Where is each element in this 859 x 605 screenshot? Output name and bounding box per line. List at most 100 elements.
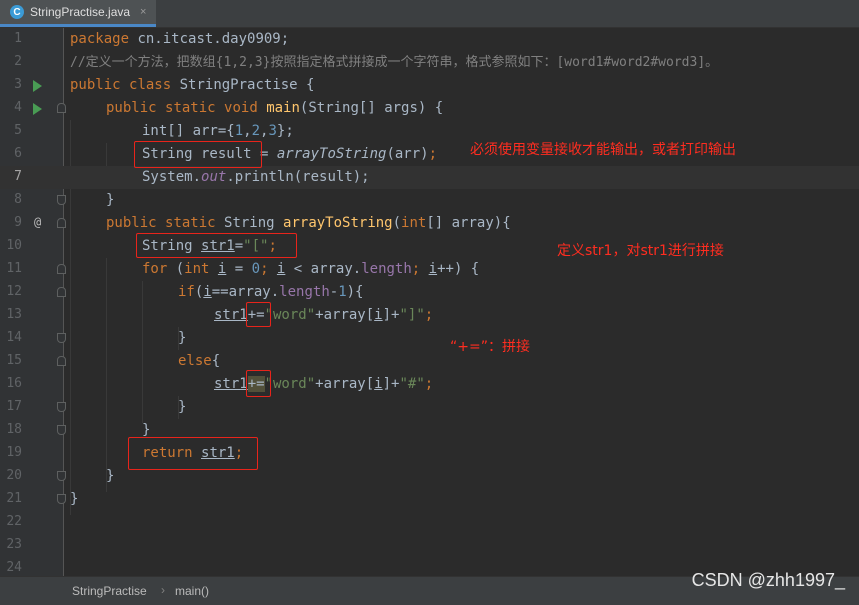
fold-icon[interactable]	[57, 218, 66, 228]
line-number: 17	[6, 399, 22, 414]
line-number: 14	[6, 330, 22, 345]
line-number: 24	[6, 560, 22, 575]
code-line: 1 package cn.itcast.day0909;	[0, 28, 859, 51]
fold-icon[interactable]	[57, 494, 66, 504]
code-token: length	[279, 284, 330, 300]
code-token: String	[215, 215, 284, 231]
highlight-box	[128, 437, 258, 470]
line-number: 6	[14, 146, 22, 161]
code-token: i	[203, 284, 212, 300]
fold-icon[interactable]	[57, 103, 66, 113]
code-token: out	[201, 169, 227, 185]
code-line: 3 public class StringPractise {	[0, 74, 859, 97]
code-token: 1	[338, 284, 347, 300]
code-token: ;	[411, 261, 429, 277]
code-line: 14 }	[0, 327, 859, 350]
fold-icon[interactable]	[57, 425, 66, 435]
code-token: arrayToString	[283, 215, 393, 231]
code-token: int	[401, 215, 427, 231]
code-token: +array[	[315, 376, 375, 392]
line-number: 7	[14, 169, 22, 184]
code-token: 1	[234, 123, 244, 139]
code-token: }	[178, 399, 187, 415]
fold-icon[interactable]	[57, 402, 66, 412]
code-token: str1	[214, 376, 248, 392]
code-line: 22	[0, 511, 859, 534]
code-line: 11 for (int i = 0; i < array.length; i++…	[0, 258, 859, 281]
close-icon[interactable]: ×	[140, 6, 146, 18]
code-line: 13 str1+="word"+array[i]+"]";	[0, 304, 859, 327]
code-token: package	[70, 31, 130, 47]
code-token: if	[178, 284, 195, 300]
code-token: (	[167, 261, 185, 277]
code-token: -	[329, 284, 339, 300]
java-class-icon: C	[10, 5, 24, 19]
code-token: };	[276, 123, 294, 139]
file-tab[interactable]: C StringPractise.java ×	[0, 0, 156, 27]
line-number: 21	[6, 491, 22, 506]
code-line: 17 }	[0, 396, 859, 419]
code-token: i	[374, 376, 383, 392]
code-token: 2	[251, 123, 261, 139]
line-number: 9	[14, 215, 22, 230]
line-number: 13	[6, 307, 22, 322]
code-line: 9 @ public static String arrayToString(i…	[0, 212, 859, 235]
code-editor[interactable]: 1 package cn.itcast.day0909; 2 //定义一个方法，…	[0, 28, 859, 576]
fold-icon[interactable]	[57, 356, 66, 366]
fold-icon[interactable]	[57, 333, 66, 343]
highlight-box	[246, 370, 271, 397]
line-number: 18	[6, 422, 22, 437]
line-number: 19	[6, 445, 22, 460]
breadcrumb-method[interactable]: main()	[175, 584, 209, 598]
code-token: ]+	[382, 307, 400, 323]
code-token: str1	[214, 307, 248, 323]
code-token: public	[106, 100, 157, 116]
code-token: =	[226, 261, 252, 277]
code-line: 10 String str1="[";	[0, 235, 859, 258]
code-token: }	[106, 192, 115, 208]
annotation-note: 定义str1，对str1进行拼接	[557, 243, 724, 259]
code-token: "]"	[399, 307, 425, 323]
line-number: 4	[14, 100, 22, 115]
code-token: ;	[424, 376, 434, 392]
line-number: 1	[14, 31, 22, 46]
code-token: ;	[428, 146, 438, 162]
code-token: static	[165, 215, 216, 231]
line-number: 12	[6, 284, 22, 299]
annotation-note: “+=”：拼接	[450, 339, 530, 355]
code-token: "#"	[399, 376, 425, 392]
code-token: i	[428, 261, 438, 277]
code-token: .println(result);	[226, 169, 370, 185]
code-token: < array.	[285, 261, 362, 277]
code-token: StringPractise {	[171, 77, 315, 93]
file-tab-label: StringPractise.java	[30, 5, 131, 19]
run-icon[interactable]	[33, 80, 42, 92]
code-token: 0	[251, 261, 261, 277]
watermark: CSDN @zhh1997_	[691, 570, 845, 590]
run-icon[interactable]	[33, 103, 42, 115]
code-token: i	[374, 307, 383, 323]
code-token: int	[184, 261, 210, 277]
code-line: 16 str1+="word"+array[i]+"#";	[0, 373, 859, 396]
fold-icon[interactable]	[57, 287, 66, 297]
code-token: else	[178, 353, 212, 369]
code-token: +array[	[315, 307, 375, 323]
editor-tab-bar: C StringPractise.java ×	[0, 0, 859, 28]
line-number: 10	[6, 238, 22, 253]
annotation-icon[interactable]: @	[34, 215, 41, 229]
fold-icon[interactable]	[57, 195, 66, 205]
fold-icon[interactable]	[57, 471, 66, 481]
line-number: 22	[6, 514, 22, 529]
code-line: 12 if(i==array.length-1){	[0, 281, 859, 304]
code-token: [] array){	[426, 215, 511, 231]
code-token: }	[70, 491, 79, 507]
fold-icon[interactable]	[57, 264, 66, 274]
line-number: 11	[6, 261, 22, 276]
code-token: ++) {	[437, 261, 480, 277]
code-comment: //定义一个方法，把数组{1,2,3}按照指定格式拼接成一个字符串，格式参照如下…	[70, 55, 719, 70]
code-token: ;	[260, 261, 277, 277]
breadcrumb-class[interactable]: StringPractise	[72, 584, 147, 598]
code-line: 23	[0, 534, 859, 557]
code-token: void	[224, 100, 258, 116]
